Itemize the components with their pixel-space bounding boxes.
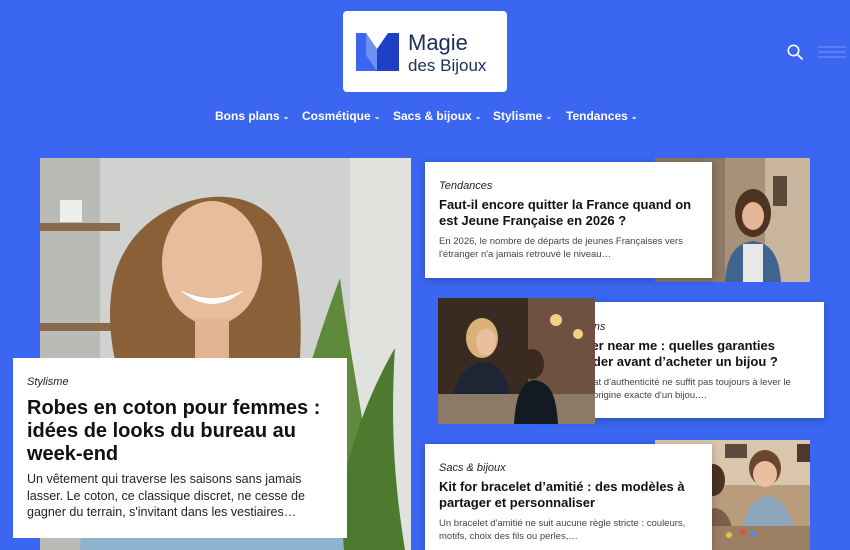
search-icon[interactable] xyxy=(787,44,803,60)
site-logo[interactable]: Magie des Bijoux xyxy=(343,11,507,92)
chevron-down-icon: ⌄ xyxy=(373,112,381,121)
article-title[interactable]: Robes en coton pour femmes : idées de lo… xyxy=(27,397,333,466)
article-thumbnail[interactable] xyxy=(438,298,595,424)
main-nav: Bons plans ⌄ Cosmétique ⌄ Sacs & bijoux ⌄ S… xyxy=(0,109,850,125)
article-excerpt: Un bracelet d'amitié ne suit aucune règl… xyxy=(439,518,686,542)
article-category[interactable]: Sacs & bijoux xyxy=(439,462,698,474)
nav-item-stylisme[interactable]: Stylisme ⌄ xyxy=(493,109,552,123)
article-category[interactable]: Stylisme xyxy=(27,376,333,388)
article-card[interactable]: Tendances Faut-il encore quitter la Fran… xyxy=(425,162,712,278)
chevron-down-icon: ⌄ xyxy=(282,112,290,121)
nav-item-bons-plans[interactable]: Bons plans ⌄ xyxy=(215,109,289,123)
menu-icon[interactable] xyxy=(818,45,846,59)
article-excerpt: Un vêtement qui traverse les saisons san… xyxy=(27,472,305,519)
nav-item-tendances[interactable]: Tendances ⌄ xyxy=(566,109,638,123)
chevron-down-icon: ⌄ xyxy=(545,112,553,121)
article-title[interactable]: Faut-il encore quitter la France quand o… xyxy=(439,197,698,228)
article-category[interactable]: Tendances xyxy=(439,180,698,192)
nav-item-cosmetique[interactable]: Cosmétique ⌄ xyxy=(302,109,380,123)
featured-article-card[interactable]: Stylisme Robes en coton pour femmes : id… xyxy=(13,358,347,538)
logo-text-line2: des Bijoux xyxy=(408,56,487,75)
m-logo-icon xyxy=(356,33,399,71)
article-excerpt: En 2026, le nombre de départs de jeunes … xyxy=(439,236,683,260)
chevron-down-icon: ⌄ xyxy=(630,112,638,121)
chevron-down-icon: ⌄ xyxy=(474,112,482,121)
nav-item-sacs-bijoux[interactable]: Sacs & bijoux ⌄ xyxy=(393,109,481,123)
article-title[interactable]: Kit for bracelet d’amitié : des modèles … xyxy=(439,479,698,510)
logo-text-line1: Magie xyxy=(408,30,468,55)
article-card[interactable]: Sacs & bijoux Kit for bracelet d’amitié … xyxy=(425,444,712,550)
